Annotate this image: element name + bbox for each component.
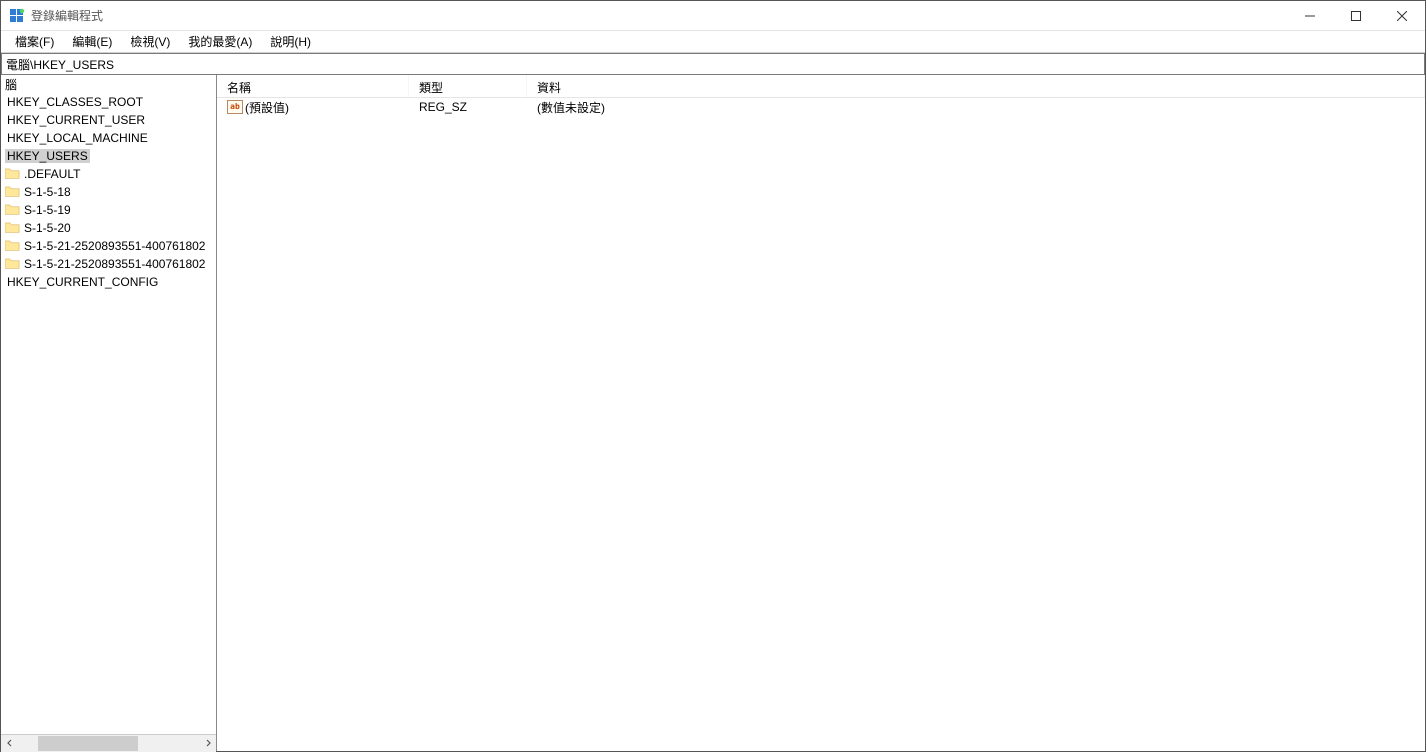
tree-item-s1519[interactable]: S-1-5-19 [1,201,216,219]
folder-icon [5,204,20,216]
list-pane: 名稱 類型 資料 ab (預設值) REG_SZ (數值未設定) [217,75,1425,751]
tree-label: HKEY_LOCAL_MACHINE [5,131,150,145]
menubar: 檔案(F) 編輯(E) 檢視(V) 我的最愛(A) 說明(H) [1,31,1425,53]
list-header: 名稱 類型 資料 [217,75,1425,98]
menu-view[interactable]: 檢視(V) [122,31,178,52]
list-body[interactable]: ab (預設值) REG_SZ (數值未設定) [217,98,1425,751]
menu-favorites[interactable]: 我的最愛(A) [180,31,260,52]
tree-label: S-1-5-21-2520893551-400761802 [22,257,207,271]
cell-type: REG_SZ [409,100,527,114]
tree-item-default[interactable]: .DEFAULT [1,165,216,183]
column-header-data[interactable]: 資料 [527,75,1425,97]
tree-label: S-1-5-18 [22,185,73,199]
column-header-name[interactable]: 名稱 [217,75,409,97]
tree-item-hkcc[interactable]: HKEY_CURRENT_CONFIG [1,273,216,291]
tree-item-s1521b[interactable]: S-1-5-21-2520893551-400761802 [1,255,216,273]
folder-icon [5,240,20,252]
content-area: 腦 HKEY_CLASSES_ROOT HKEY_CURRENT_USER HK… [1,75,1425,751]
scroll-thumb[interactable] [38,736,138,751]
tree-label: HKEY_CURRENT_USER [5,113,147,127]
menu-edit[interactable]: 編輯(E) [64,31,120,52]
address-value: 電腦\HKEY_USERS [6,56,114,73]
tree-pane: 腦 HKEY_CLASSES_ROOT HKEY_CURRENT_USER HK… [1,75,217,751]
tree-label: .DEFAULT [22,167,82,181]
tree-root[interactable]: 腦 [1,75,216,93]
scroll-left-button[interactable] [1,735,18,752]
tree-hscrollbar[interactable] [1,734,216,751]
folder-icon [5,222,20,234]
tree-item-s1520[interactable]: S-1-5-20 [1,219,216,237]
tree-label: S-1-5-19 [22,203,73,217]
cell-data: (數值未設定) [527,99,1425,116]
window-title: 登錄編輯程式 [31,7,103,24]
titlebar[interactable]: 登錄編輯程式 [1,1,1425,31]
app-icon [9,8,25,24]
tree-item-s1521a[interactable]: S-1-5-21-2520893551-400761802 [1,237,216,255]
tree-item-hkcu[interactable]: HKEY_CURRENT_USER [1,111,216,129]
string-value-icon: ab [227,100,243,114]
tree-root-label: 腦 [3,76,19,93]
tree-item-hklm[interactable]: HKEY_LOCAL_MACHINE [1,129,216,147]
registry-editor-window: 登錄編輯程式 檔案(F) 編輯(E) 檢視(V) 我的最愛(A) 說明(H) 電… [0,0,1426,752]
tree-label: S-1-5-21-2520893551-400761802 [22,239,207,253]
tree-body[interactable]: 腦 HKEY_CLASSES_ROOT HKEY_CURRENT_USER HK… [1,75,216,734]
tree-item-hkcr[interactable]: HKEY_CLASSES_ROOT [1,93,216,111]
address-bar[interactable]: 電腦\HKEY_USERS [1,53,1425,75]
folder-icon [5,258,20,270]
scroll-right-button[interactable] [199,735,216,752]
menu-file[interactable]: 檔案(F) [7,31,62,52]
minimize-button[interactable] [1287,1,1333,31]
folder-icon [5,168,20,180]
tree-label: HKEY_CLASSES_ROOT [5,95,145,109]
folder-icon [5,186,20,198]
menu-help[interactable]: 說明(H) [262,31,319,52]
tree-label: S-1-5-20 [22,221,73,235]
close-button[interactable] [1379,1,1425,31]
tree-label: HKEY_CURRENT_CONFIG [5,275,160,289]
value-name: (預設值) [245,99,289,116]
maximize-button[interactable] [1333,1,1379,31]
tree-label: HKEY_USERS [5,149,90,163]
tree-item-hku[interactable]: HKEY_USERS [1,147,216,165]
tree-item-s1518[interactable]: S-1-5-18 [1,183,216,201]
list-row[interactable]: ab (預設值) REG_SZ (數值未設定) [217,98,1425,116]
column-header-type[interactable]: 類型 [409,75,527,97]
scroll-track[interactable] [18,735,199,752]
cell-name: ab (預設值) [217,99,409,116]
